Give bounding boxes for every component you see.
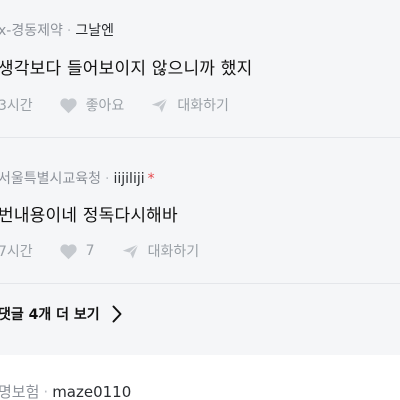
comment-item: x-경동제약 · 그날엔 생각보다 들어보이지 않으니까 했지 3시간 좋아요 대화…: [0, 0, 400, 137]
more-replies-button[interactable]: 댓글 4개 더 보기: [0, 304, 122, 324]
comment-thread: x-경동제약 · 그날엔 생각보다 들어보이지 않으니까 했지 3시간 좋아요 대화…: [0, 0, 400, 400]
send-icon: [152, 97, 168, 112]
reply-button[interactable]: 대화하기: [121, 241, 200, 261]
meta-separator: ·: [43, 383, 49, 400]
reply-button[interactable]: 대화하기: [150, 95, 229, 115]
comment-author[interactable]: 그날엔: [75, 23, 114, 39]
like-button[interactable]: 7: [59, 243, 95, 260]
more-replies-label: 댓글 4개 더 보기: [0, 307, 100, 323]
chevron-right-icon: [112, 305, 122, 323]
reply-label: 대화하기: [177, 98, 229, 114]
comment-actions: 7시간 7 대화하기: [0, 241, 225, 261]
reply-label: 대화하기: [147, 244, 200, 260]
like-label: 좋아요: [85, 98, 125, 114]
comment-meta: 명보험 · maze0110: [0, 381, 131, 400]
comment-text: 생각보다 들어보이지 않으니까 했지: [0, 59, 253, 79]
like-count: 7: [85, 243, 95, 259]
comment-actions: 3시간 좋아요 대화하기: [0, 95, 255, 115]
comment-meta: 서울특별시교육청 · iijiliji *: [0, 168, 155, 188]
comment-item: 서울특별시교육청 · iijiliji * 번내용이네 정독다시해바 7시간 7 대화…: [0, 138, 400, 283]
comment-time: 3시간: [0, 98, 33, 114]
comment-company: 서울특별시교육청: [0, 171, 102, 187]
like-button[interactable]: 좋아요: [59, 95, 125, 115]
heart-icon: [60, 243, 77, 259]
send-icon: [122, 243, 139, 258]
comment-company: x-경동제약: [0, 23, 63, 39]
comment-meta: x-경동제약 · 그날엔: [0, 20, 114, 40]
meta-separator: ·: [66, 23, 72, 39]
comment-time: 7시간: [0, 244, 33, 260]
divider: [0, 283, 400, 284]
comment-author[interactable]: iijiliji: [114, 171, 145, 187]
comment-text: 번내용이네 정독다시해바: [0, 206, 178, 226]
comment-author[interactable]: maze0110: [52, 383, 131, 400]
op-marker: *: [147, 171, 155, 187]
comment-company: 명보험: [0, 383, 40, 400]
heart-icon: [60, 97, 77, 113]
meta-separator: ·: [105, 171, 110, 187]
